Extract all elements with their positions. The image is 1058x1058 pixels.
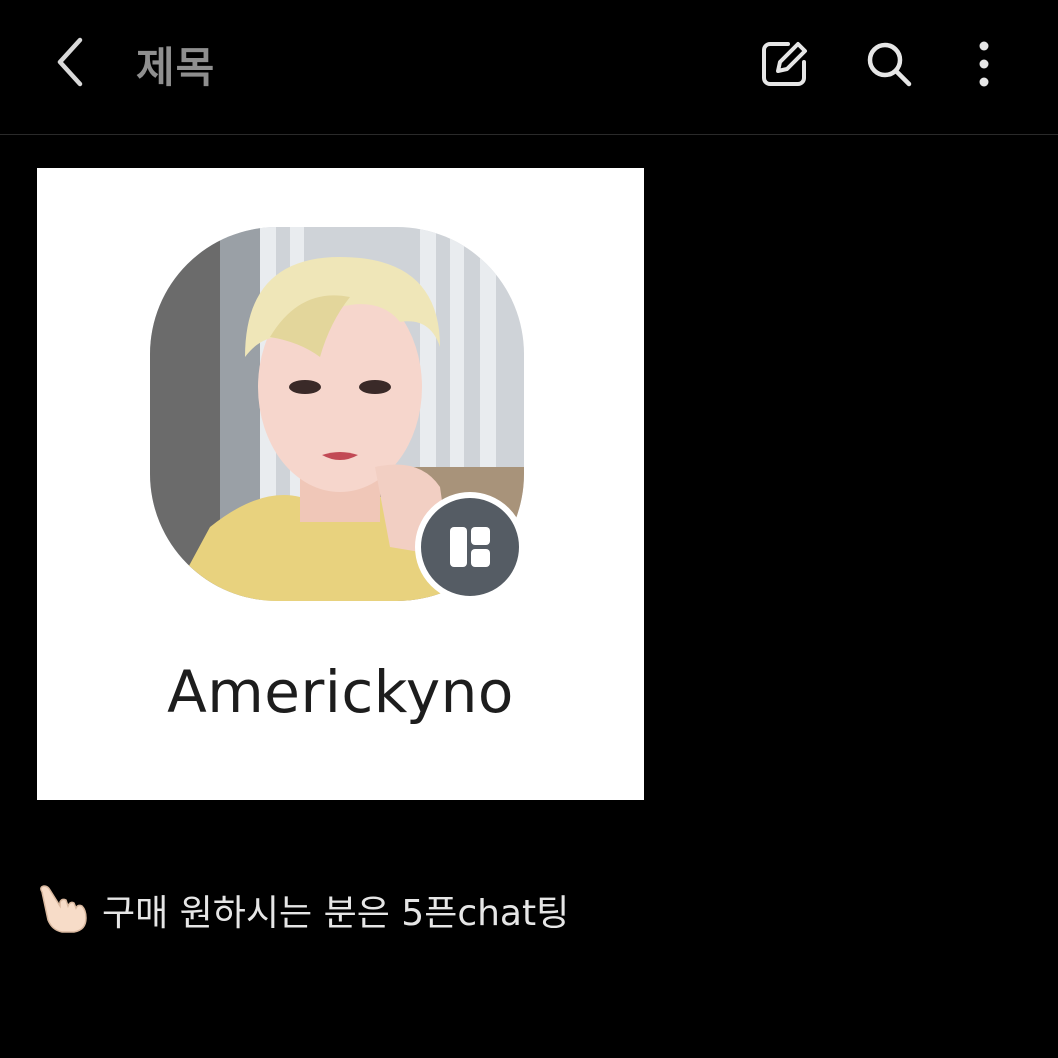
edit-button[interactable] xyxy=(756,36,812,92)
chevron-left-icon xyxy=(57,37,83,87)
open-profile-badge xyxy=(415,492,525,602)
open-profile-icon xyxy=(450,527,490,567)
message-text: 구매 원하시는 분은 5픈chat팅 xyxy=(102,893,570,934)
back-button[interactable] xyxy=(40,30,104,94)
top-app-bar: 제목 xyxy=(0,0,1058,135)
search-button[interactable] xyxy=(861,36,917,92)
edit-icon xyxy=(762,42,807,86)
message-text-row: 구매 원하시는 분은 5픈chat팅 xyxy=(36,884,569,936)
pointing-hand-icon xyxy=(40,885,87,933)
profile-card-image[interactable]: Americkyno xyxy=(37,168,644,800)
page-title: 제목 xyxy=(136,43,216,92)
profile-name: Americkyno xyxy=(167,658,514,726)
app-window: 제목 Americkyno 구매 원하시는 분은 5픈chat팅 xyxy=(0,0,1058,1058)
search-icon xyxy=(867,42,912,87)
more-options-button[interactable] xyxy=(956,36,1012,92)
more-vertical-icon xyxy=(979,41,989,87)
